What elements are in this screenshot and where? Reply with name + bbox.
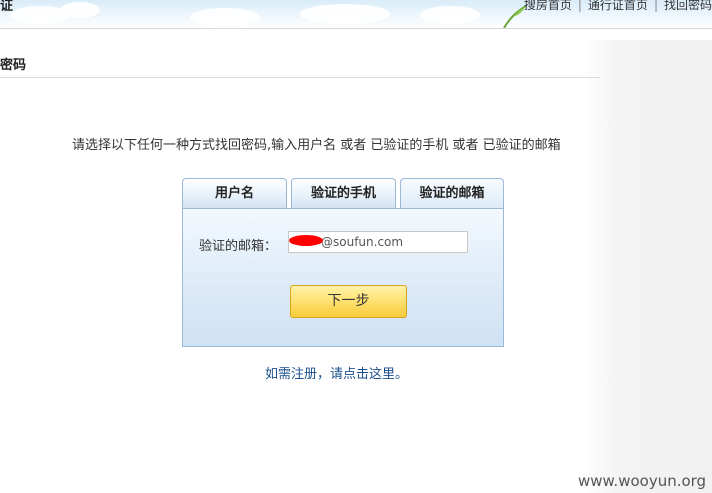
cloud-decoration — [300, 4, 390, 24]
nav-separator: | — [653, 0, 658, 12]
redaction-mark — [289, 235, 323, 246]
nav-link-retrieve-password[interactable]: 找回密码 — [664, 0, 712, 12]
site-title: 证 — [0, 0, 14, 14]
page-title: 密码 — [0, 58, 27, 73]
next-button[interactable]: 下一步 — [290, 285, 407, 318]
cloud-decoration — [420, 6, 480, 24]
tab-verified-phone[interactable]: 验证的手机 — [291, 178, 396, 209]
register-link[interactable]: 如需注册，请点击这里。 — [265, 363, 408, 382]
email-label: 验证的邮箱： — [199, 239, 278, 254]
watermark: www.wooyun.org — [578, 472, 707, 490]
tab-username[interactable]: 用户名 — [182, 178, 287, 209]
side-panel-background — [582, 40, 712, 493]
cloud-decoration — [190, 8, 260, 26]
top-banner: 证 搜房首页 | 通行证首页 | 找回密码 — [0, 0, 712, 28]
nav-link-passport-home[interactable]: 通行证首页 — [588, 0, 648, 12]
title-divider — [0, 77, 600, 78]
nav-link-soufang-home[interactable]: 搜房首页 — [524, 0, 572, 12]
top-nav: 搜房首页 | 通行证首页 | 找回密码 — [524, 0, 712, 12]
tab-verified-email[interactable]: 验证的邮箱 — [400, 178, 504, 210]
cloud-decoration — [60, 2, 100, 18]
nav-separator: | — [577, 0, 582, 12]
instruction-text: 请选择以下任何一种方式找回密码,输入用户名 或者 已验证的手机 或者 已验证的邮… — [72, 138, 561, 153]
email-form-panel: 验证的邮箱： 下一步 — [182, 208, 504, 347]
header-divider — [0, 28, 712, 29]
